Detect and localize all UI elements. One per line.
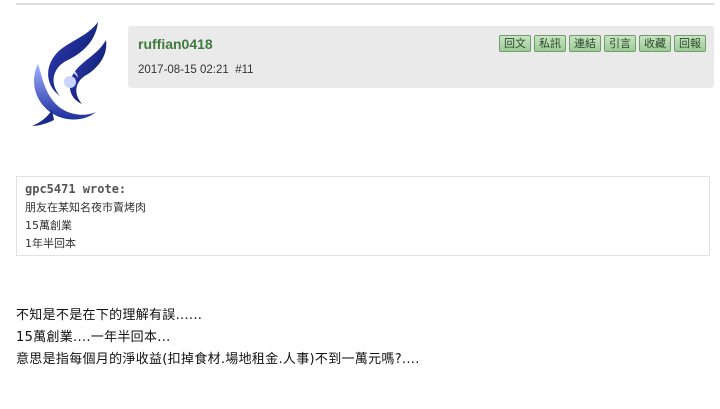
quote-block: gpc5471 wrote: 朋友在某知名夜市賣烤肉 15萬創業 1年半回本 (16, 176, 710, 256)
bookmark-button[interactable]: 收藏 (639, 35, 671, 52)
top-divider (16, 3, 714, 5)
post-body-line: 15萬創業....一年半回本... (16, 330, 171, 345)
avatar-emblem-icon (32, 22, 107, 126)
reply-button[interactable]: 回文 (499, 35, 531, 52)
post-body-line: 意思是指每個月的淨收益(扣掉食材.場地租金.人事)不到一萬元嗎?.... (16, 352, 420, 367)
private-message-button[interactable]: 私訊 (534, 35, 566, 52)
quote-line: 15萬創業 (25, 219, 72, 232)
post-action-buttons: 回文 私訊 連結 引言 收藏 回報 (499, 35, 706, 52)
report-button[interactable]: 回報 (674, 35, 706, 52)
post-meta: 2017-08-15 02:21 #11 (138, 64, 254, 76)
avatar[interactable] (26, 20, 116, 128)
link-button[interactable]: 連結 (569, 35, 601, 52)
quote-button[interactable]: 引言 (604, 35, 636, 52)
quote-author: gpc5471 wrote: (25, 182, 127, 196)
post-header: ruffian0418 2017-08-15 02:21 #11 回文 私訊 連… (128, 26, 714, 88)
username-link[interactable]: ruffian0418 (138, 36, 213, 52)
quote-line: 1年半回本 (25, 237, 76, 250)
quote-line: 朋友在某知名夜市賣烤肉 (25, 201, 146, 214)
post-floor-link[interactable]: #11 (235, 64, 253, 76)
post-date: 2017-08-15 02:21 (138, 64, 229, 76)
post-body-line: 不知是不是在下的理解有誤...... (16, 308, 203, 323)
